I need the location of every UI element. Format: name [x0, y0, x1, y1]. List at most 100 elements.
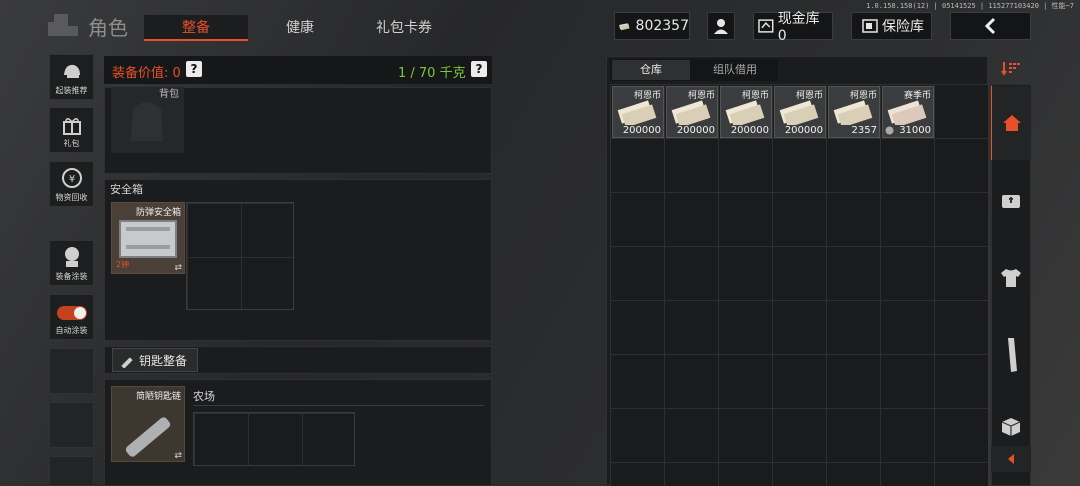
storage-item[interactable]: 柯恩币 200000 [774, 86, 826, 138]
tab-gift-cards[interactable]: 礼包卡券 [352, 15, 456, 41]
item-amount: 2357 [851, 125, 877, 136]
auto-skin-toggle[interactable] [56, 306, 87, 320]
value-help-icon[interactable]: ? [186, 61, 202, 77]
cash-vault-button[interactable]: 现金库 0 [753, 11, 833, 44]
sidebar-equipment-skin[interactable]: 装备涂装 [49, 240, 94, 286]
sidebar-label: 自动涂装 [55, 326, 88, 335]
key-loadout-button[interactable]: 钥匙整备 [112, 348, 198, 372]
swap-icon[interactable]: ⇄ [174, 263, 182, 273]
backpack-slot[interactable]: 背包 [111, 87, 184, 153]
item-amount: 200000 [622, 125, 661, 136]
version-text: 1.0.158.158(12) | 05141525 | 11527710342… [866, 2, 1074, 10]
category-all[interactable] [991, 86, 1031, 160]
currency-amount: 802357 [635, 18, 689, 34]
chevron-left-icon [984, 17, 995, 35]
sidebar-empty-slot [49, 348, 94, 394]
loadout-weight: 1 / 70 千克 [398, 66, 466, 81]
storage-item[interactable]: 柯恩币 2357 [828, 86, 880, 138]
helmet-icon [63, 64, 80, 78]
banknote-stack-icon [617, 100, 657, 125]
item-name: 柯恩币 [633, 91, 661, 101]
item-name: 柯恩币 [741, 91, 769, 101]
banknote-stack-icon [671, 100, 711, 125]
sidebar-gift-pack[interactable]: 礼包 [49, 107, 94, 153]
banknote-stack-icon [779, 100, 819, 125]
season-banknote-icon [887, 100, 927, 125]
weight-help-icon[interactable]: ? [471, 61, 487, 77]
item-amount: 200000 [676, 125, 715, 136]
timer-unit: 钟 [121, 260, 130, 269]
character-logo-icon [48, 14, 78, 36]
chevron-left-icon [1008, 454, 1014, 464]
recycle-icon: ¥ [61, 168, 82, 188]
key-item-name: 简陋钥匙链 [135, 392, 181, 402]
trader-icon [714, 19, 728, 34]
page-title: 角色 [88, 16, 128, 40]
storage-item[interactable]: 柯恩币 200000 [612, 86, 664, 138]
item-amount: 31000 [899, 125, 931, 136]
currency-display[interactable]: 802357 [614, 12, 690, 40]
back-button[interactable] [950, 12, 1031, 40]
safe-vault-button[interactable]: 保险库 [851, 12, 932, 40]
item-name: 柯恩币 [849, 91, 877, 101]
safe-vault-icon [862, 19, 878, 33]
trader-button[interactable] [707, 12, 735, 40]
tab-warehouse[interactable]: 仓库 [612, 60, 690, 80]
box-icon [1001, 418, 1021, 436]
storage-item[interactable]: 柯恩币 200000 [720, 86, 772, 138]
banknote-stack-icon [833, 100, 873, 125]
key-loadout-label: 钥匙整备 [139, 353, 188, 368]
storage-item[interactable]: 柯恩币 200000 [666, 86, 718, 138]
sidebar-recycle[interactable]: ¥ 物资回收 [49, 161, 94, 207]
backpack-label: 背包 [159, 89, 179, 100]
safebox-item-slot[interactable]: 防弹安全箱 2钟 ⇄ [111, 202, 185, 274]
key-location-label: 农场 [193, 390, 215, 403]
item-name: 柯恩币 [795, 91, 823, 101]
category-armor[interactable] [991, 240, 1031, 316]
rail-collapse-button[interactable] [991, 446, 1031, 472]
sidebar-label: 装备涂装 [55, 272, 88, 281]
storage-grid[interactable] [610, 84, 988, 486]
key-grid[interactable] [193, 412, 355, 466]
category-magazine[interactable] [991, 318, 1031, 392]
loadout-value: 装备价值: 0 [112, 66, 181, 81]
svg-text:¥: ¥ [68, 174, 74, 185]
item-name: 赛季币 [903, 91, 931, 101]
soldier-skin-icon [64, 247, 79, 267]
safebox-title: 安全箱 [110, 183, 143, 196]
swap-icon[interactable]: ⇄ [174, 451, 182, 461]
sidebar-empty-slot [49, 456, 94, 486]
safebox-grid[interactable] [186, 202, 294, 310]
sidebar-recommended-loadout[interactable]: 起装推荐 [49, 54, 94, 100]
sidebar-auto-skin[interactable]: 自动涂装 [49, 294, 94, 340]
tab-team-borrow[interactable]: 组队借用 [694, 60, 776, 80]
item-amount: 200000 [784, 125, 823, 136]
key-item-slot[interactable]: 简陋钥匙链 ⇄ [111, 386, 185, 462]
sidebar-label: 物资回收 [55, 193, 88, 202]
keychain-icon [125, 417, 171, 457]
season-badge-icon [885, 126, 894, 135]
medkit-icon [1002, 195, 1020, 208]
safebox-timer: 2钟 [116, 259, 129, 270]
category-medical[interactable] [991, 162, 1031, 238]
tab-loadout[interactable]: 整备 [144, 15, 248, 41]
key-icon [121, 357, 133, 368]
home-icon [1002, 115, 1021, 131]
backpack-icon [131, 102, 163, 141]
shirt-icon [1001, 269, 1021, 287]
safebox-item-name: 防弹安全箱 [135, 208, 181, 218]
safe-case-icon [119, 220, 177, 258]
magazine-icon [1008, 338, 1017, 372]
sort-icon [1001, 62, 1020, 76]
gift-icon [62, 118, 81, 135]
item-name: 柯恩币 [687, 91, 715, 101]
sidebar-label: 礼包 [63, 139, 80, 148]
storage-item[interactable]: 赛季币 31000 [882, 86, 934, 138]
cash-vault-icon [758, 19, 774, 33]
sidebar-empty-slot [49, 402, 94, 448]
tab-health[interactable]: 健康 [252, 15, 348, 41]
item-amount: 200000 [730, 125, 769, 136]
sort-button[interactable] [991, 56, 1031, 80]
cash-vault-label: 现金库 0 [777, 11, 820, 44]
banknote-icon [619, 23, 630, 31]
